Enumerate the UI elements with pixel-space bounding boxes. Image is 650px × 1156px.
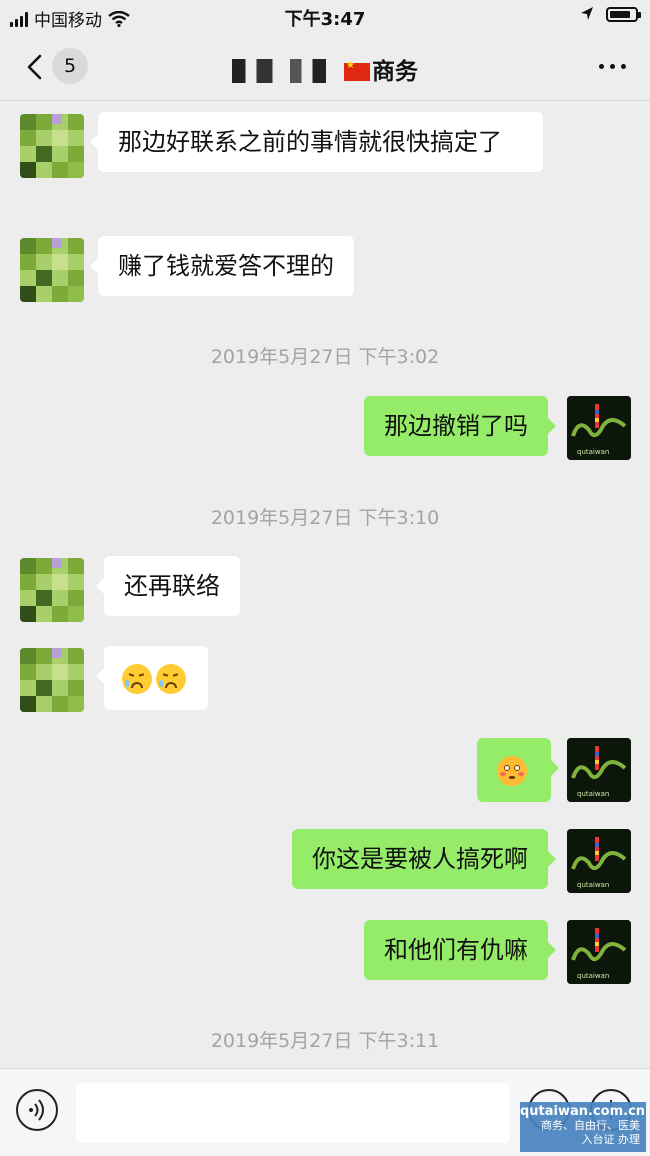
message-input[interactable] bbox=[76, 1083, 510, 1143]
incoming-message[interactable]: 还再联络 bbox=[96, 556, 240, 616]
outgoing-emoji-message[interactable] bbox=[477, 738, 559, 802]
more-options-icon[interactable] bbox=[599, 64, 626, 69]
incoming-message[interactable]: 那边好联系之前的事情就很快搞定了 bbox=[90, 112, 543, 172]
watermark-site: qutaiwan.com.cn bbox=[520, 1104, 646, 1119]
chat-title: 商务 bbox=[0, 52, 650, 86]
watermark: qutaiwan.com.cn 商务、自由行、医美 入台证 办理 bbox=[520, 1102, 646, 1152]
watermark-line2: 商务、自由行、医美 bbox=[541, 1119, 640, 1132]
incoming-emoji-message[interactable] bbox=[96, 646, 208, 710]
contact-avatar[interactable] bbox=[20, 238, 84, 302]
timestamp: 2019年5月27日 下午3:11 bbox=[210, 1030, 440, 1052]
my-avatar[interactable]: qutaiwan bbox=[567, 396, 631, 460]
my-avatar[interactable]: qutaiwan bbox=[567, 738, 631, 802]
contact-avatar[interactable] bbox=[20, 648, 84, 712]
outgoing-message[interactable]: 那边撤销了吗 bbox=[364, 396, 556, 456]
my-avatar[interactable]: qutaiwan bbox=[567, 829, 631, 893]
angry-tears-emoji bbox=[122, 664, 152, 694]
status-bar: 中国移动 下午3:47 bbox=[0, 0, 650, 34]
blurred-name bbox=[232, 59, 344, 83]
contact-avatar[interactable] bbox=[20, 558, 84, 622]
voice-wave-icon bbox=[29, 1099, 44, 1121]
watermark-line3: 入台证 办理 bbox=[581, 1133, 641, 1146]
my-avatar[interactable]: qutaiwan bbox=[567, 920, 631, 984]
avatar-logo-icon: qutaiwan bbox=[567, 396, 631, 460]
chat-header: 5 商务 bbox=[0, 34, 650, 101]
timestamp: 2019年5月27日 下午3:02 bbox=[210, 346, 440, 368]
flushed-emoji bbox=[497, 756, 527, 786]
status-right bbox=[580, 6, 641, 22]
avatar-logo-icon: qutaiwan bbox=[567, 738, 631, 802]
incoming-message[interactable]: 赚了钱就爱答不理的 bbox=[90, 236, 354, 296]
outgoing-message[interactable]: 和他们有仇嘛 bbox=[364, 920, 556, 980]
svg-text:qutaiwan: qutaiwan bbox=[577, 790, 609, 798]
voice-input-button[interactable] bbox=[16, 1089, 58, 1131]
location-arrow-icon bbox=[581, 7, 593, 20]
svg-text:qutaiwan: qutaiwan bbox=[577, 972, 609, 980]
china-flag-icon bbox=[344, 60, 370, 81]
timestamp: 2019年5月27日 下午3:10 bbox=[210, 507, 440, 529]
svg-text:qutaiwan: qutaiwan bbox=[577, 881, 609, 889]
status-time: 下午3:47 bbox=[284, 9, 366, 30]
avatar-logo-icon: qutaiwan bbox=[567, 829, 631, 893]
contact-avatar[interactable] bbox=[20, 114, 84, 178]
angry-tears-emoji bbox=[156, 664, 186, 694]
svg-text:qutaiwan: qutaiwan bbox=[577, 448, 609, 456]
chat-title-text: 商务 bbox=[372, 59, 418, 85]
avatar-logo-icon: qutaiwan bbox=[567, 920, 631, 984]
battery-icon bbox=[606, 6, 641, 22]
outgoing-message[interactable]: 你这是要被人搞死啊 bbox=[292, 829, 556, 889]
